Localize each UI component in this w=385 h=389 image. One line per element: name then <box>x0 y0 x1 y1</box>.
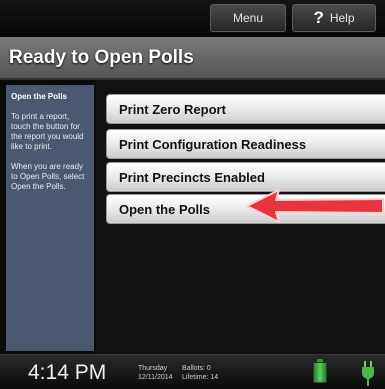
status-bar: 4:14 PM Thursday 12/11/2014 Ballots: 0 L… <box>0 354 385 389</box>
status-date: 12/11/2014 <box>138 374 173 381</box>
red-arrow-annotation <box>246 189 384 223</box>
clock: 4:14 PM <box>28 361 107 384</box>
question-mark-icon: ? <box>313 8 324 27</box>
help-label: Help <box>329 11 355 25</box>
page-title: Ready to Open Polls <box>9 47 194 68</box>
battery-icon <box>313 359 327 383</box>
open-the-polls-label: Open the Polls <box>119 201 211 217</box>
help-button[interactable]: ? Help <box>292 4 376 32</box>
print-configuration-readiness-button[interactable]: Print Configuration Readiness <box>106 129 385 159</box>
print-zero-report-button[interactable]: Print Zero Report <box>106 94 385 124</box>
sidebar-instructions-open: When you are ready to Open Polls, select… <box>11 162 85 191</box>
status-day: Thursday <box>138 365 168 372</box>
print-precincts-enabled-label: Print Precincts Enabled <box>119 169 265 185</box>
sidebar-heading: Open the Polls <box>11 92 68 101</box>
top-bar: Menu ? Help <box>0 0 385 37</box>
print-configuration-readiness-label: Print Configuration Readiness <box>119 136 307 152</box>
menu-button[interactable]: Menu <box>210 4 286 32</box>
lifetime-count: Lifetime: 14 <box>182 374 219 381</box>
sidebar-instructions-print: To print a report, touch the button for … <box>11 112 84 151</box>
ballot-count: Ballots: 0 <box>182 365 211 372</box>
menu-label: Menu <box>232 11 264 25</box>
instruction-sidebar: Open the Polls To print a report, touch … <box>6 85 94 351</box>
print-zero-report-label: Print Zero Report <box>119 101 226 117</box>
power-plug-icon <box>362 361 374 386</box>
title-bar: Ready to Open Polls <box>0 37 385 80</box>
